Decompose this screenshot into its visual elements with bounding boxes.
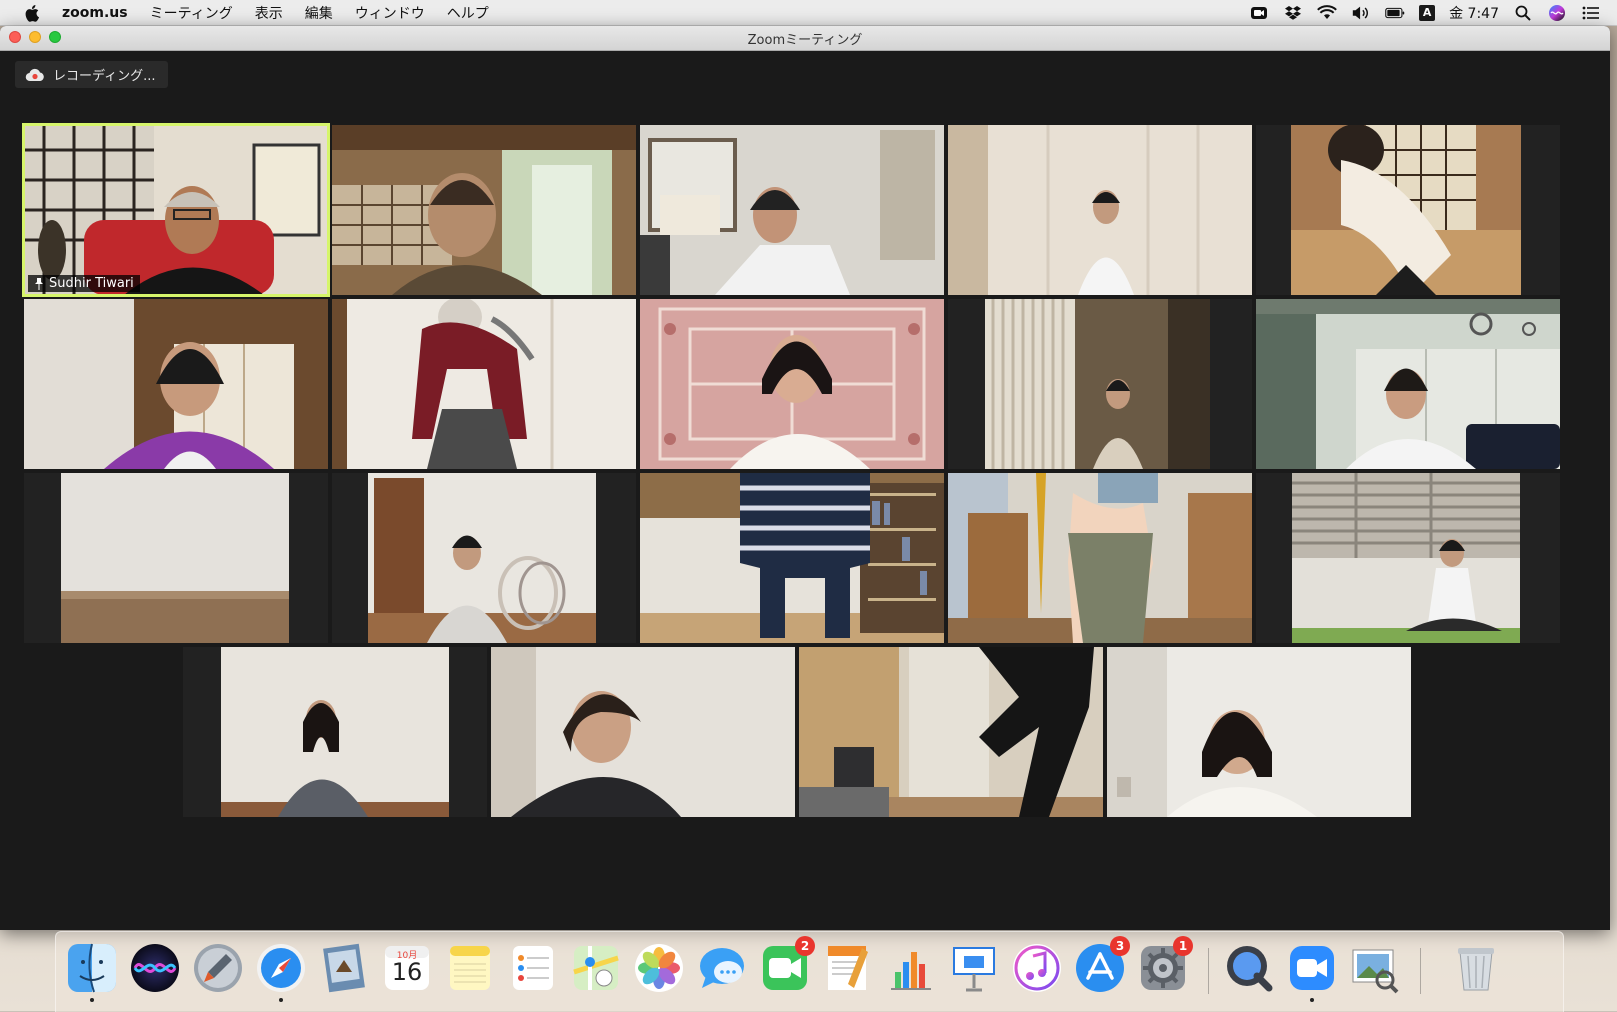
finder-icon[interactable] xyxy=(66,942,118,1002)
cloud-recording-icon xyxy=(25,68,44,81)
window-titlebar[interactable]: Zoomミーティング xyxy=(0,26,1610,51)
zoom-app-icon[interactable] xyxy=(1286,942,1338,1002)
zoom-meeting-window: Zoomミーティング レコーディング... Sudhir Tiwari xyxy=(0,26,1610,930)
trash-icon[interactable] xyxy=(1450,942,1502,994)
input-source-icon[interactable]: A xyxy=(1419,4,1436,21)
photos-icon[interactable] xyxy=(633,942,685,994)
launchpad-icon[interactable] xyxy=(192,942,244,994)
running-indicator xyxy=(1310,998,1314,1002)
close-window-button[interactable] xyxy=(9,31,21,43)
calendar-icon[interactable]: 10月 16 xyxy=(381,942,433,994)
window-controls xyxy=(9,31,61,43)
participant-video[interactable] xyxy=(183,647,487,817)
facetime-badge: 2 xyxy=(795,936,815,956)
running-indicator xyxy=(279,998,283,1002)
menu-app-name[interactable]: zoom.us xyxy=(62,5,128,21)
notification-center-icon[interactable] xyxy=(1581,5,1601,21)
participant-video[interactable] xyxy=(24,473,328,643)
calendar-day: 16 xyxy=(391,958,423,986)
participant-video[interactable] xyxy=(948,299,1252,469)
participant-video[interactable] xyxy=(640,473,944,643)
active-speaker-name-tag: Sudhir Tiwari xyxy=(28,275,140,292)
participant-video[interactable] xyxy=(1107,647,1411,817)
participant-video[interactable] xyxy=(640,125,944,295)
pin-icon xyxy=(35,277,43,290)
facetime-icon[interactable]: 2 xyxy=(759,936,815,994)
app-store-badge: 3 xyxy=(1110,936,1130,956)
participant-video[interactable] xyxy=(799,647,1103,817)
participant-video[interactable] xyxy=(332,125,636,295)
menu-clock[interactable]: 金 7:47 xyxy=(1449,3,1499,23)
itunes-icon[interactable] xyxy=(1011,942,1063,994)
dock: 10月 16 2 3 1 xyxy=(55,931,1564,1012)
recording-label: レコーディング... xyxy=(53,69,156,84)
siri-app-icon[interactable] xyxy=(129,942,181,994)
menu-view[interactable]: 表示 xyxy=(255,3,283,23)
participant-name: Sudhir Tiwari xyxy=(49,276,134,291)
menu-meeting[interactable]: ミーティング xyxy=(150,3,233,23)
app-store-icon[interactable]: 3 xyxy=(1074,936,1130,994)
participant-video[interactable] xyxy=(1256,473,1560,643)
participant-video[interactable] xyxy=(332,473,636,643)
menu-bar: zoom.us ミーティング 表示 編集 ウィンドウ ヘルプ A 金 7:47 xyxy=(0,0,1617,26)
notes-icon[interactable] xyxy=(444,942,496,994)
menu-edit[interactable]: 編集 xyxy=(305,3,333,23)
participant-video[interactable] xyxy=(948,473,1252,643)
participant-video[interactable] xyxy=(640,299,944,469)
zoom-window-button[interactable] xyxy=(49,31,61,43)
recording-indicator[interactable]: レコーディング... xyxy=(15,61,168,88)
pages-icon[interactable] xyxy=(822,942,874,994)
safari-icon[interactable] xyxy=(255,942,307,1002)
participant-video-active-speaker[interactable]: Sudhir Tiwari xyxy=(22,123,330,297)
volume-icon[interactable] xyxy=(1351,5,1371,21)
keynote-icon[interactable] xyxy=(948,942,1000,994)
zoom-status-icon[interactable] xyxy=(1249,5,1269,21)
siri-icon[interactable] xyxy=(1547,4,1567,21)
preview-icon[interactable] xyxy=(1349,942,1401,994)
running-indicator xyxy=(90,998,94,1002)
spotlight-search-icon[interactable] xyxy=(1513,5,1533,21)
window-title: Zoomミーティング xyxy=(747,32,863,48)
dropbox-icon[interactable] xyxy=(1283,5,1303,21)
wifi-icon[interactable] xyxy=(1317,5,1337,21)
apple-menu-icon[interactable] xyxy=(22,2,44,24)
menu-help[interactable]: ヘルプ xyxy=(447,3,489,23)
participant-video[interactable] xyxy=(24,299,328,469)
dock-separator xyxy=(1420,948,1421,994)
messages-icon[interactable] xyxy=(696,942,748,994)
battery-icon[interactable] xyxy=(1385,5,1405,21)
dock-separator xyxy=(1208,948,1209,994)
participant-video[interactable] xyxy=(1256,125,1560,295)
menu-window[interactable]: ウィンドウ xyxy=(355,3,425,23)
participant-video[interactable] xyxy=(332,299,636,469)
system-preferences-badge: 1 xyxy=(1173,936,1193,956)
menu-extras: A 金 7:47 xyxy=(1249,3,1601,23)
participant-video[interactable] xyxy=(491,647,795,817)
minimize-window-button[interactable] xyxy=(29,31,41,43)
quicktime-icon[interactable] xyxy=(1223,942,1275,994)
numbers-icon[interactable] xyxy=(885,942,937,994)
maps-icon[interactable] xyxy=(570,942,622,994)
system-preferences-icon[interactable]: 1 xyxy=(1137,936,1193,994)
reminders-icon[interactable] xyxy=(507,942,559,994)
participant-video[interactable] xyxy=(1256,299,1560,469)
participant-video[interactable] xyxy=(948,125,1252,295)
preview-photo-icon[interactable] xyxy=(318,942,370,994)
